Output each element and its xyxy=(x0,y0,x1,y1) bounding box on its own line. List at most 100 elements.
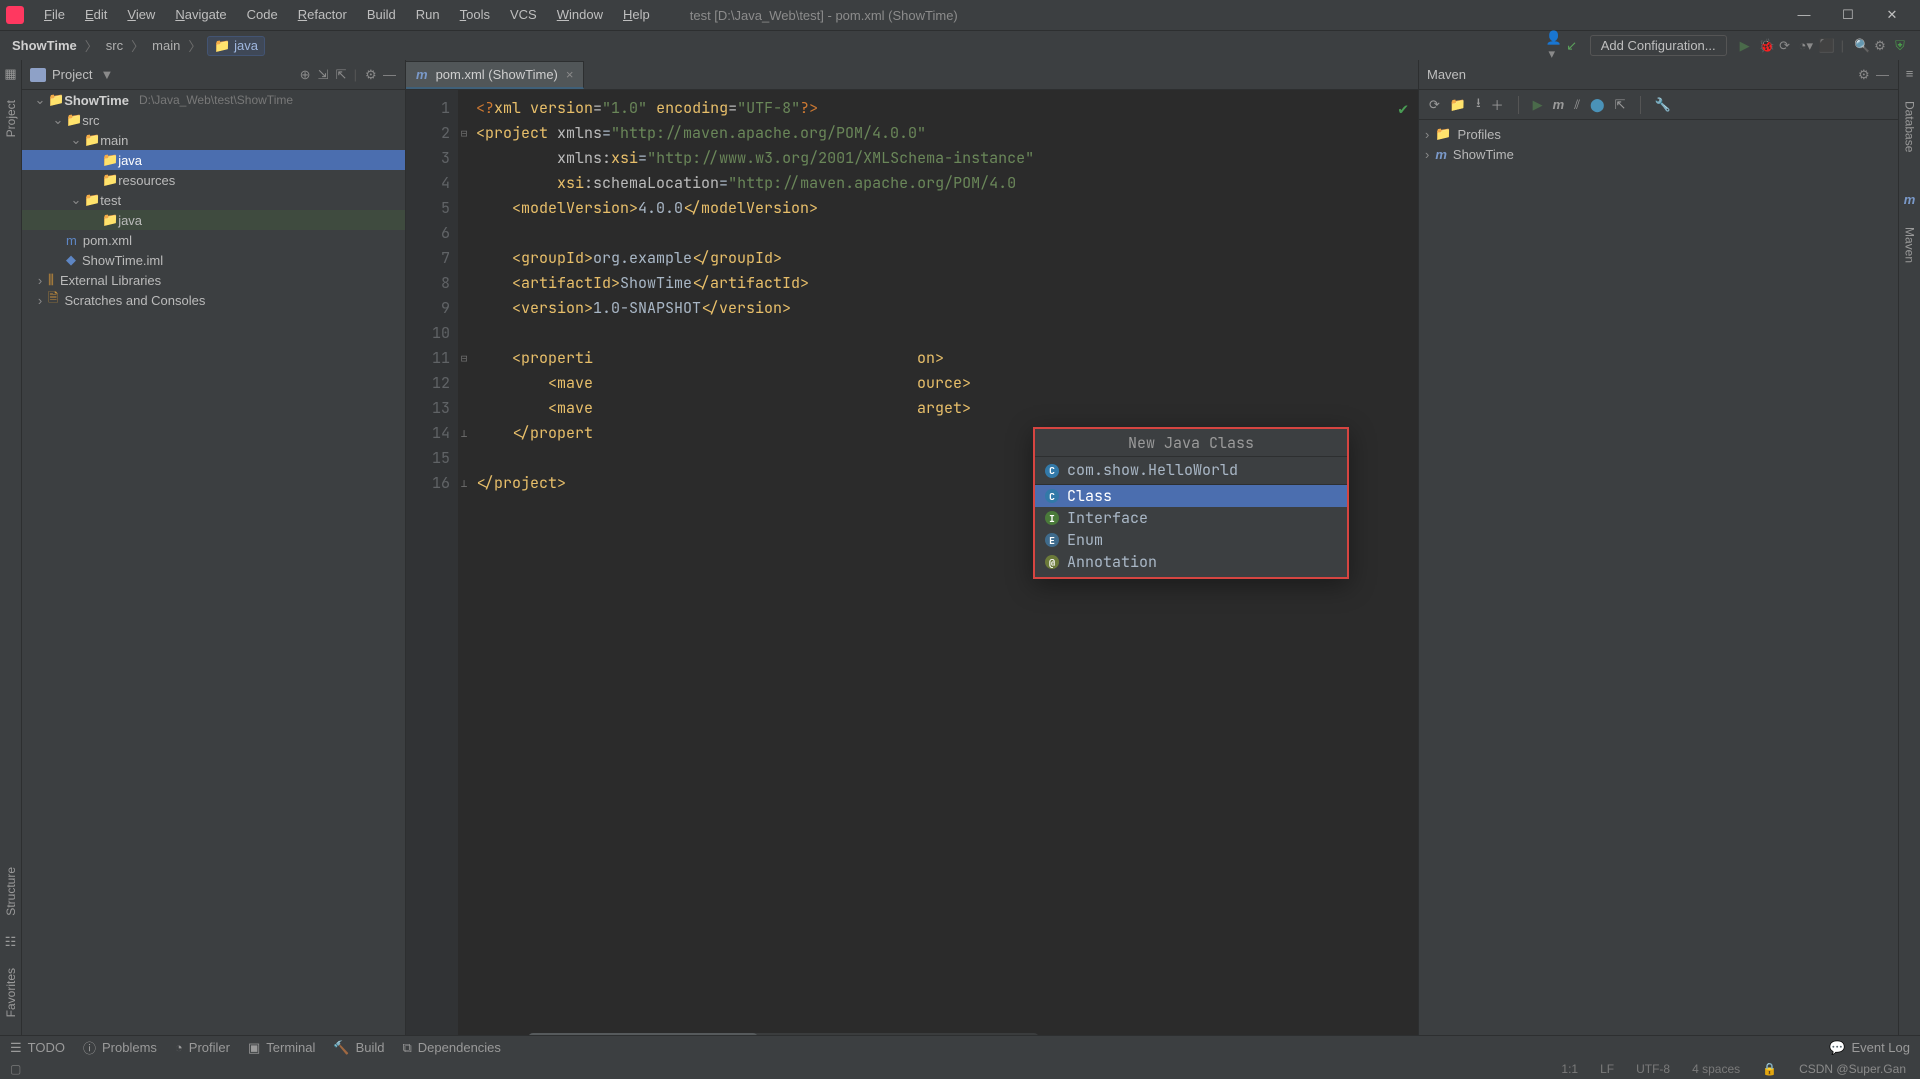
editor-area: m pom.xml (ShowTime) × 12345678 91011121… xyxy=(406,60,1418,1051)
tree-src[interactable]: ⌄📁 src xyxy=(22,110,405,130)
status-caret-pos[interactable]: 1:1 xyxy=(1557,1062,1582,1076)
menu-file[interactable]: File xyxy=(34,0,75,30)
tab-pom[interactable]: m pom.xml (ShowTime) × xyxy=(406,61,584,89)
code-editor[interactable]: <?xml version="1.0" encoding="UTF-8"?> <… xyxy=(470,90,1418,1051)
menu-run[interactable]: Run xyxy=(406,0,450,30)
expand-all-icon[interactable]: ⇲ xyxy=(314,67,332,83)
status-terminal[interactable]: ▣ Terminal xyxy=(248,1040,315,1056)
menu-view[interactable]: View xyxy=(117,0,165,30)
project-tool-icon[interactable]: ▦ xyxy=(4,66,16,82)
maven-offline-icon[interactable]: ⬤ xyxy=(1590,97,1605,113)
shield-icon[interactable]: ⛨ xyxy=(1890,38,1910,54)
tree-test-java[interactable]: 📁 java xyxy=(22,210,405,230)
database-tool-icon[interactable]: ≡ xyxy=(1906,66,1914,81)
locate-icon[interactable]: ⊕ xyxy=(296,67,314,83)
menu-tools[interactable]: Tools xyxy=(450,0,500,30)
tree-main-java[interactable]: 📁 java xyxy=(22,150,405,170)
panel-hide-icon[interactable]: — xyxy=(379,67,397,82)
right-label-maven[interactable]: Maven xyxy=(1903,221,1917,269)
status-lock-icon[interactable]: 🔒 xyxy=(1758,1062,1781,1076)
status-profiler[interactable]: ◔ Profiler xyxy=(175,1040,230,1055)
maven-run-icon[interactable]: ▶ xyxy=(1533,97,1543,113)
structure-icon[interactable]: ☷ xyxy=(5,934,17,950)
popup-opt-annotation[interactable]: @ Annotation xyxy=(1035,551,1347,573)
left-label-favorites[interactable]: Favorites xyxy=(4,962,18,1023)
window-minimize[interactable]: — xyxy=(1796,7,1812,23)
tree-resources[interactable]: 📁 resources xyxy=(22,170,405,190)
profile-icon[interactable]: ◔▾ xyxy=(1795,38,1815,54)
tree-external-libraries[interactable]: ›⫼External Libraries xyxy=(22,270,405,290)
menu-edit[interactable]: Edit xyxy=(75,0,117,30)
collapse-all-icon[interactable]: ⇱ xyxy=(332,67,350,83)
crumb-main[interactable]: main xyxy=(150,38,182,53)
maven-tool-icon[interactable]: m xyxy=(1904,192,1916,207)
panel-settings-icon[interactable]: ⚙ xyxy=(361,67,379,83)
status-encoding[interactable]: UTF-8 xyxy=(1632,1062,1674,1076)
menu-code[interactable]: Code xyxy=(237,0,288,30)
menu-refactor[interactable]: Refactor xyxy=(288,0,357,30)
status-todo[interactable]: ☰ TODO xyxy=(10,1040,65,1056)
run-icon[interactable]: ▶ xyxy=(1735,38,1755,54)
maven-download-icon[interactable]: ⭳ xyxy=(1476,94,1481,116)
maven-skip-icon[interactable]: ⫽ xyxy=(1574,97,1580,113)
tree-scratches[interactable]: ›🗎Scratches and Consoles xyxy=(22,290,405,310)
settings-icon[interactable]: ⚙ xyxy=(1870,38,1890,54)
status-indent[interactable]: 4 spaces xyxy=(1688,1062,1744,1076)
fold-gutter[interactable]: ⊟ ⊟⊥⊥ xyxy=(458,90,470,1051)
menu-help[interactable]: Help xyxy=(613,0,660,30)
menu-navigate[interactable]: Navigate xyxy=(165,0,236,30)
maven-tree[interactable]: ›📁 Profiles ›m ShowTime xyxy=(1419,120,1898,168)
status-build[interactable]: 🔨 Build xyxy=(333,1040,384,1056)
tab-close-icon[interactable]: × xyxy=(566,67,574,82)
project-tree[interactable]: ⌄📁 ShowTime D:\Java_Web\test\ShowTime ⌄📁… xyxy=(22,90,405,1051)
editor-body[interactable]: 12345678 910111213141516 ⊟ ⊟⊥⊥ <?xml ver… xyxy=(406,90,1418,1051)
tree-test[interactable]: ⌄📁 test xyxy=(22,190,405,210)
run-configurations[interactable]: Add Configuration... xyxy=(1590,35,1727,56)
project-view-dropdown[interactable]: ▼ xyxy=(100,67,113,82)
popup-opt-class[interactable]: C Class xyxy=(1035,485,1347,507)
maven-m-icon[interactable]: m xyxy=(1553,97,1565,112)
maven-profiles[interactable]: ›📁 Profiles xyxy=(1425,124,1892,144)
inspection-ok-icon[interactable]: ✔ xyxy=(1398,96,1408,121)
status-problems[interactable]: ⓘ Problems xyxy=(83,1038,157,1057)
crumb-java[interactable]: 📁 java xyxy=(207,36,265,56)
tree-pom[interactable]: mpom.xml xyxy=(22,230,405,250)
status-event-log[interactable]: 💬 Event Log xyxy=(1829,1040,1910,1056)
status-deps[interactable]: ⧉ Dependencies xyxy=(403,1040,501,1056)
tree-main[interactable]: ⌄📁 main xyxy=(22,130,405,150)
maven-folder-icon[interactable]: 📁 xyxy=(1450,97,1466,113)
user-icon[interactable]: 👤▾ xyxy=(1542,30,1562,62)
popup-opt-enum[interactable]: E Enum xyxy=(1035,529,1347,551)
status-line-ending[interactable]: LF xyxy=(1596,1062,1618,1076)
maven-reimport-icon[interactable]: ⟳ xyxy=(1429,97,1440,113)
left-label-structure[interactable]: Structure xyxy=(4,861,18,922)
window-maximize[interactable]: ☐ xyxy=(1840,7,1856,23)
crumb-root[interactable]: ShowTime xyxy=(10,38,79,53)
maven-add-icon[interactable]: ＋ xyxy=(1491,95,1504,114)
editor-tabstrip: m pom.xml (ShowTime) × xyxy=(406,60,1418,90)
popup-opt-interface[interactable]: I Interface xyxy=(1035,507,1347,529)
menu-window[interactable]: Window xyxy=(547,0,613,30)
maven-module[interactable]: ›m ShowTime xyxy=(1425,144,1892,164)
tree-root[interactable]: ⌄📁 ShowTime D:\Java_Web\test\ShowTime xyxy=(22,90,405,110)
maven-panel: Maven ⚙ — ⟳ 📁 ⭳ ＋ ▶ m ⫽ ⬤ ⇱ 🔧 ›📁 Profile… xyxy=(1418,60,1898,1051)
menu-vcs[interactable]: VCS xyxy=(500,0,547,30)
left-label-project[interactable]: Project xyxy=(4,94,18,143)
search-icon[interactable]: 🔍 xyxy=(1850,38,1870,54)
crumb-src[interactable]: src xyxy=(104,38,125,53)
coverage-icon[interactable]: ⟳ xyxy=(1775,38,1795,54)
popup-name-input[interactable]: C com.show.HelloWorld xyxy=(1035,457,1347,485)
window-close[interactable]: ✕ xyxy=(1884,7,1900,23)
maven-hide-icon[interactable]: — xyxy=(1872,67,1890,82)
right-label-database[interactable]: Database xyxy=(1903,95,1917,158)
popup-input-value: com.show.HelloWorld xyxy=(1067,458,1238,483)
statusbar-corner-icon[interactable]: ▢ xyxy=(10,1062,21,1076)
make-icon[interactable]: ↙ xyxy=(1562,38,1582,54)
debug-icon[interactable]: 🐞 xyxy=(1755,38,1775,54)
maven-collapse-icon[interactable]: ⇱ xyxy=(1615,97,1626,113)
maven-wrench-icon[interactable]: 🔧 xyxy=(1655,97,1671,113)
maven-settings-icon[interactable]: ⚙ xyxy=(1854,67,1872,83)
tree-iml[interactable]: ◆ShowTime.iml xyxy=(22,250,405,270)
menu-build[interactable]: Build xyxy=(357,0,406,30)
stop-icon[interactable]: ⬛ xyxy=(1815,38,1835,54)
